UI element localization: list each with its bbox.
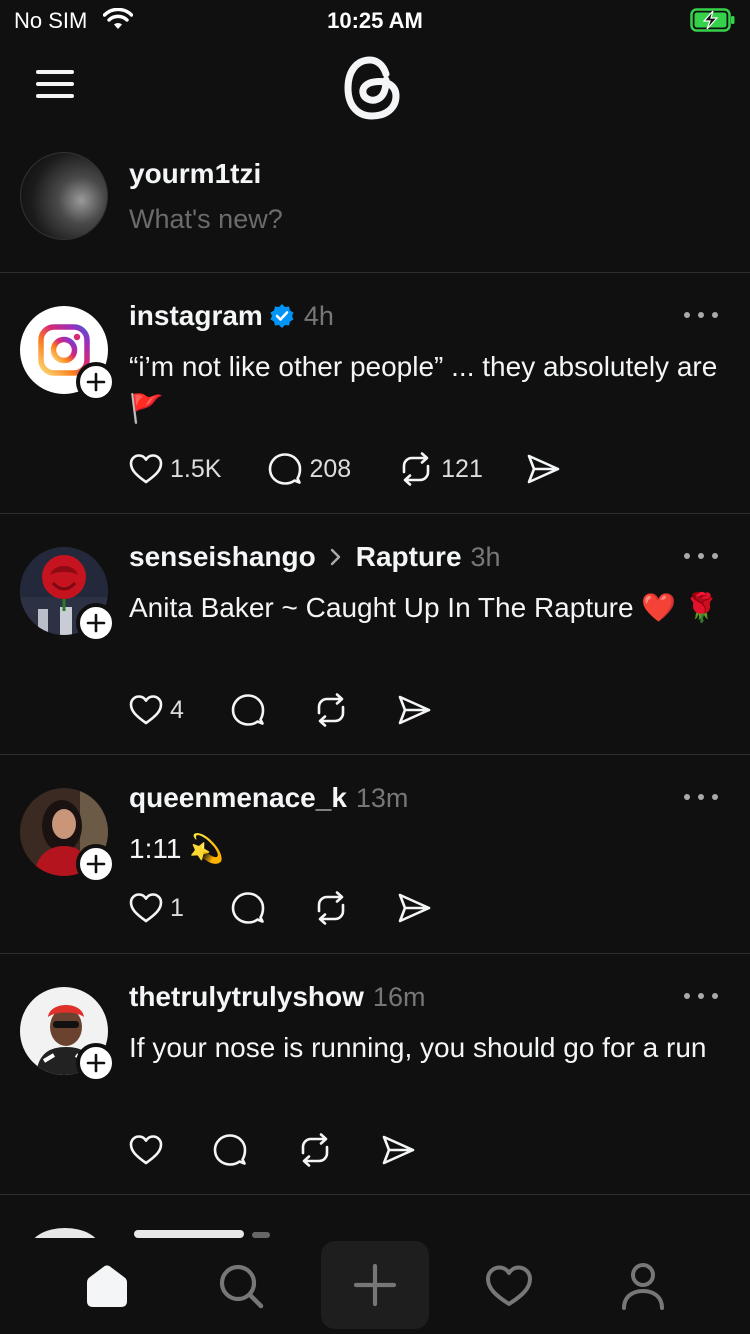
post-time: 3h	[470, 541, 501, 572]
post-header: queenmenace_k 13m	[129, 782, 408, 814]
reply-button[interactable]	[230, 690, 266, 730]
post-username[interactable]: thetrulytrulyshow	[129, 981, 364, 1013]
top-bar	[0, 42, 750, 132]
share-icon	[382, 1135, 415, 1165]
composer-placeholder[interactable]: What's new?	[129, 204, 283, 235]
post-avatar[interactable]	[20, 788, 116, 884]
post-actions: 4	[128, 690, 432, 730]
search-icon	[219, 1264, 264, 1309]
menu-button[interactable]	[36, 70, 74, 98]
tab-activity[interactable]	[464, 1238, 554, 1334]
like-count: 1	[170, 893, 184, 922]
status-bar: No SIM 10:25 AM	[0, 0, 750, 42]
reply-icon	[231, 892, 265, 924]
more-options-icon[interactable]	[684, 991, 720, 1001]
follow-plus-button[interactable]	[76, 844, 116, 884]
post[interactable]: instagram 4h “i’m not like other people”…	[0, 274, 750, 514]
share-icon	[527, 454, 560, 484]
composer[interactable]: yourm1tzi What's new?	[0, 150, 750, 273]
post-time: 16m	[372, 981, 426, 1012]
avatar[interactable]	[20, 152, 108, 240]
repost-button[interactable]	[312, 888, 350, 928]
repost-icon	[317, 693, 345, 727]
heart-icon	[129, 695, 163, 725]
reply-count: 208	[309, 454, 352, 483]
post-actions: 1.5K 208 121	[128, 449, 561, 489]
tab-create[interactable]	[321, 1241, 429, 1329]
heart-icon	[129, 893, 163, 923]
more-options-icon[interactable]	[684, 310, 720, 320]
heart-icon	[129, 1135, 163, 1165]
repost-icon	[301, 1133, 329, 1167]
reply-icon	[213, 1134, 247, 1166]
battery-charging-icon	[690, 7, 736, 38]
next-post-peek[interactable]	[0, 1212, 750, 1238]
follow-plus-button[interactable]	[76, 1043, 116, 1083]
follow-plus-button[interactable]	[76, 362, 116, 402]
post-username[interactable]: senseishango	[129, 541, 316, 573]
post-username[interactable]: instagram	[129, 300, 263, 332]
like-button[interactable]: 4	[128, 690, 184, 730]
post-avatar[interactable]	[20, 306, 116, 402]
share-button[interactable]	[396, 888, 432, 928]
post[interactable]: thetrulytrulyshow 16m If your nose is ru…	[0, 955, 750, 1195]
repost-button[interactable]	[312, 690, 350, 730]
more-options-icon[interactable]	[684, 551, 720, 561]
tab-home[interactable]	[62, 1238, 152, 1334]
plus-icon	[353, 1263, 397, 1307]
post-username[interactable]: queenmenace_k	[129, 782, 347, 814]
share-button[interactable]	[396, 690, 432, 730]
post-header: senseishango Rapture 3h	[129, 541, 501, 573]
repost-button[interactable]	[296, 1130, 334, 1170]
post-actions: 1	[128, 888, 432, 928]
post[interactable]: queenmenace_k 13m 1:11 💫 1	[0, 756, 750, 954]
like-count: 4	[170, 695, 184, 724]
post-actions	[128, 1130, 416, 1170]
reply-icon	[269, 453, 302, 485]
post-avatar[interactable]	[20, 547, 116, 643]
activity-heart-icon	[486, 1265, 532, 1306]
repost-icon	[402, 452, 430, 486]
share-button[interactable]	[380, 1130, 416, 1170]
more-options-icon[interactable]	[684, 792, 720, 802]
home-icon	[87, 1265, 127, 1307]
tab-bar	[0, 1238, 750, 1334]
post-body: Anita Baker ~ Caught Up In The Rapture ❤…	[129, 592, 719, 623]
reply-button[interactable]: 208	[267, 449, 351, 489]
post-avatar[interactable]	[20, 987, 116, 1083]
like-button[interactable]: 1	[128, 888, 184, 928]
post-body: “i’m not like other people” ... they abs…	[129, 351, 718, 424]
follow-plus-button[interactable]	[76, 603, 116, 643]
post-time: 13m	[355, 782, 409, 813]
community-name[interactable]: Rapture	[356, 541, 462, 573]
post[interactable]: senseishango Rapture 3h Anita Baker ~ Ca…	[0, 515, 750, 755]
chevron-right-icon	[330, 548, 342, 566]
composer-username: yourm1tzi	[129, 158, 262, 189]
profile-icon	[622, 1263, 664, 1310]
share-icon	[398, 893, 431, 923]
share-icon	[398, 695, 431, 725]
like-button[interactable]: 1.5K	[128, 449, 221, 489]
post-header: thetrulytrulyshow 16m	[129, 981, 425, 1013]
heart-icon	[129, 454, 163, 484]
repost-count: 121	[441, 454, 483, 483]
verified-badge-icon	[269, 303, 295, 329]
share-button[interactable]	[525, 449, 561, 489]
post-body: 1:11 💫	[129, 833, 225, 864]
tab-profile[interactable]	[598, 1238, 688, 1334]
reply-button[interactable]	[212, 1130, 248, 1170]
reply-icon	[231, 694, 265, 726]
post-header: instagram 4h	[129, 300, 334, 332]
status-time: 10:25 AM	[327, 8, 423, 33]
like-count: 1.5K	[170, 454, 222, 483]
tab-search[interactable]	[196, 1238, 286, 1334]
repost-button[interactable]: 121	[397, 449, 483, 489]
threads-logo-icon[interactable]	[340, 52, 406, 122]
post-time: 4h	[303, 300, 334, 331]
post-body: If your nose is running, you should go f…	[129, 1032, 707, 1063]
repost-icon	[317, 891, 345, 925]
reply-button[interactable]	[230, 888, 266, 928]
like-button[interactable]	[128, 1130, 164, 1170]
